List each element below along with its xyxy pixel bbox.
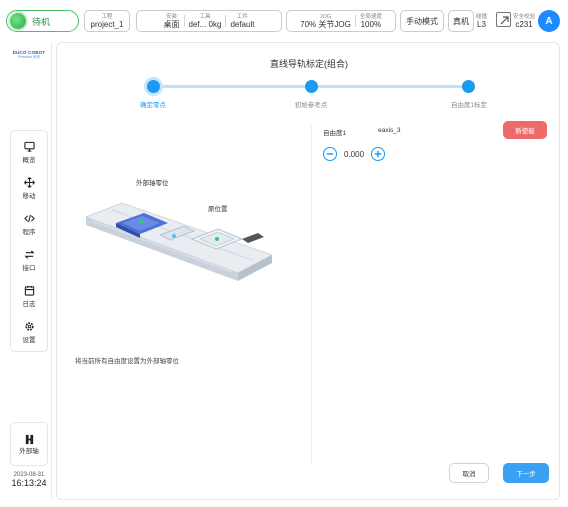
safety-checksum: 安全校验 c231 xyxy=(513,12,535,29)
sidebar-item-label: 日志 xyxy=(22,300,36,308)
step-label-3: 自由度1标定 xyxy=(450,102,488,109)
collision-value: L3 xyxy=(477,20,486,29)
config-group[interactable]: 安装 桌面 工具 def... 0kg 工件 default xyxy=(136,10,282,32)
tool-cell[interactable]: 工具 def... 0kg xyxy=(185,14,226,29)
sidebar-item-settings[interactable]: 设置 xyxy=(6,314,52,350)
joint-value-stepper: 0.000 xyxy=(323,147,386,161)
monitor-icon xyxy=(23,141,35,152)
rail-illustration: 外部轴零位 原位置 xyxy=(82,177,277,297)
cancel-button[interactable]: 取消 xyxy=(449,463,489,483)
step-dot-3 xyxy=(462,80,475,93)
top-bar: 待机 工程 project_1 安装 桌面 工具 def... 0kg 工件 d… xyxy=(0,0,568,42)
code-icon xyxy=(23,214,35,222)
external-axis-label: 外部轴 xyxy=(19,447,39,455)
workpiece-value: default xyxy=(230,19,255,29)
sidebar-item-program[interactable]: 程序 xyxy=(6,206,52,242)
interface-icon xyxy=(23,249,35,259)
sidebar: DUCO COBOT Premium 系列 概览 移动 程序 接口 日志 设置 … xyxy=(6,42,52,500)
sidebar-item-move[interactable]: 移动 xyxy=(6,170,52,206)
calendar-icon xyxy=(24,285,34,296)
minus-icon xyxy=(326,153,334,155)
global-speed-cell[interactable]: 全局速度 100% xyxy=(356,14,386,29)
install-cell[interactable]: 安装 桌面 xyxy=(160,14,184,29)
user-avatar[interactable]: A xyxy=(538,10,560,32)
decrement-button[interactable] xyxy=(323,147,337,161)
datetime: 2023-08-31 16:13:24 xyxy=(6,472,52,488)
gear-icon xyxy=(24,321,34,331)
jog-cell[interactable]: JOG 70% 关节JOG xyxy=(296,14,355,29)
step-label-2: 初始参考点 xyxy=(294,102,328,109)
sidebar-item-log[interactable]: 日志 xyxy=(6,278,52,314)
safety-label: 安全校验 xyxy=(513,14,536,20)
tool-value: def... 0kg xyxy=(188,19,222,29)
safety-value: c231 xyxy=(515,20,533,29)
collision-label: 碰撞 xyxy=(476,14,488,20)
jog-speed-group[interactable]: JOG 70% 关节JOG 全局速度 100% xyxy=(286,10,396,32)
time-text: 16:13:24 xyxy=(11,478,47,488)
calibration-panel: 直线导轨标定(组合) 确定零点 初始参考点 自由度1标定 外部轴零位 原位置 将… xyxy=(56,42,560,500)
sidebar-item-label: 概览 xyxy=(22,156,36,164)
linear-rail-image xyxy=(84,202,274,281)
sidebar-item-overview[interactable]: 概览 xyxy=(6,134,52,170)
joint-axis: eaxis_3 xyxy=(378,127,401,134)
real-robot-button[interactable]: 真机 xyxy=(448,10,474,32)
step-dot-1 xyxy=(147,80,160,93)
panel-divider xyxy=(311,125,312,465)
origin-position-label: 原位置 xyxy=(208,206,228,213)
workpiece-cell[interactable]: 工件 default xyxy=(226,14,258,29)
status-dot-icon xyxy=(10,13,26,29)
status-text: 待机 xyxy=(32,16,51,27)
external-axis-icon xyxy=(25,434,33,444)
project-selector[interactable]: 工程 project_1 xyxy=(84,10,130,32)
joint-value: 0.000 xyxy=(344,149,365,159)
brand-logo: DUCO COBOT Premium 系列 xyxy=(10,50,48,60)
sidebar-item-label: 接口 xyxy=(22,264,36,272)
sidebar-item-label: 移动 xyxy=(22,192,36,200)
jog-mode-value: 关节JOG xyxy=(318,19,351,29)
step-dot-2 xyxy=(305,80,318,93)
project-value: project_1 xyxy=(90,19,124,29)
disable-button[interactable]: 断使能 xyxy=(503,121,547,139)
external-axis-button[interactable]: 外部轴 xyxy=(10,422,48,466)
manual-mode-button[interactable]: 手动模式 xyxy=(400,10,444,32)
collision-level[interactable]: 碰撞 L3 xyxy=(476,12,487,29)
collapse-icon[interactable] xyxy=(496,12,511,27)
brand-series: Premium 系列 xyxy=(18,55,40,59)
move-icon xyxy=(23,176,35,188)
sidebar-item-label: 设置 xyxy=(22,336,36,344)
zero-position-label: 外部轴零位 xyxy=(136,180,169,187)
global-speed-value: 100% xyxy=(360,19,382,29)
sidebar-item-label: 程序 xyxy=(22,228,36,236)
step-label-1: 确定零点 xyxy=(140,102,166,109)
next-step-button[interactable]: 下一步 xyxy=(503,463,549,483)
status-indicator[interactable]: 待机 xyxy=(6,10,79,32)
jog-speed-value: 70% xyxy=(300,19,317,29)
install-value: 桌面 xyxy=(163,19,180,29)
plus-icon xyxy=(374,150,382,158)
step-description: 将当前所有自由度设置为外部轴零位 xyxy=(75,358,179,365)
page-title: 直线导轨标定(组合) xyxy=(270,59,348,69)
joint-header: 自由度1 eaxis_3 xyxy=(323,127,401,137)
sidebar-item-interface[interactable]: 接口 xyxy=(6,242,52,278)
joint-name: 自由度1 xyxy=(323,130,347,137)
increment-button[interactable] xyxy=(371,147,386,161)
